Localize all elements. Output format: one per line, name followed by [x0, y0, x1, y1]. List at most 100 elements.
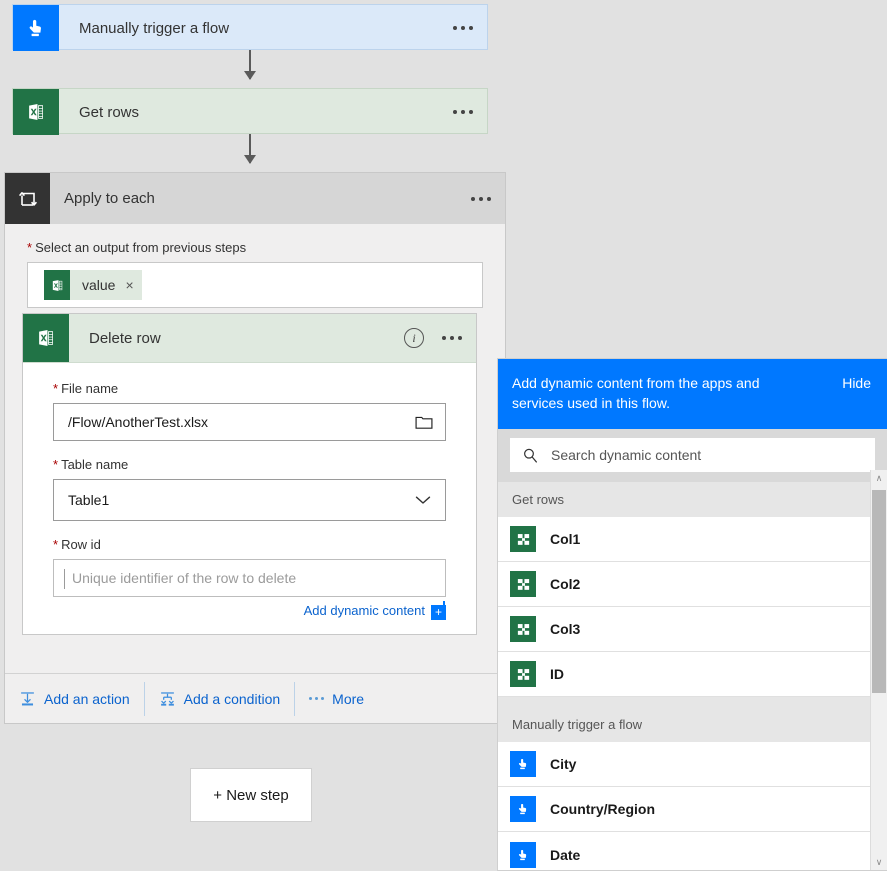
dynamic-content-scrollbar[interactable]: ∧ ∨ [870, 470, 887, 870]
file-name-label: * File name [53, 381, 119, 396]
list-item[interactable]: City [498, 742, 887, 787]
add-dynamic-content-link[interactable]: Add dynamic content + [53, 601, 446, 620]
field-row-id: * Row id Unique identifier of the row to … [53, 537, 446, 597]
more-button[interactable]: More [295, 683, 378, 715]
excel-dynamic-icon [510, 526, 536, 552]
add-action-icon [21, 692, 34, 706]
get-rows-card-header[interactable]: Get rows [13, 89, 487, 135]
list-item-label: Date [550, 846, 581, 863]
touch-trigger-icon [13, 5, 59, 51]
group-header-manually-trigger-a-flow: Manually trigger a flow [498, 707, 887, 742]
excel-icon [44, 270, 70, 300]
list-item[interactable]: Col1 [498, 517, 887, 562]
list-item-label: ID [550, 666, 564, 682]
required-marker: * [27, 240, 33, 255]
required-marker: * [53, 457, 59, 472]
select-output-input[interactable]: value × [27, 262, 483, 308]
add-dynamic-content-label: Add dynamic content [303, 603, 425, 618]
row-id-label: * Row id [53, 537, 101, 552]
chevron-down-icon[interactable] [415, 495, 431, 505]
text-caret [64, 569, 65, 589]
required-marker: * [53, 537, 59, 552]
loop-icon [5, 173, 50, 224]
list-item-label: City [550, 756, 577, 772]
scroll-up-button[interactable]: ∧ [871, 470, 887, 486]
dynamic-content-panel: Add dynamic content from the apps and se… [497, 358, 887, 871]
group-spacer [498, 697, 887, 707]
list-item-label: Col3 [550, 621, 581, 637]
dynamic-token-value[interactable]: value × [44, 270, 142, 300]
list-item-label: Col2 [550, 576, 581, 592]
list-item[interactable]: ID [498, 652, 887, 697]
flow-card-trigger[interactable]: Manually trigger a flow [12, 4, 488, 51]
excel-icon [23, 314, 69, 362]
connector-arrow-1 [244, 50, 256, 80]
group-header-get-rows: Get rows [498, 482, 887, 517]
new-step-button[interactable]: + New step [190, 768, 312, 822]
list-item[interactable]: Date [498, 832, 887, 870]
file-name-value: /Flow/AnotherTest.xlsx [68, 414, 209, 430]
field-file-name: * File name /Flow/AnotherTest.xlsx [53, 381, 446, 441]
list-item-label: Country/Region [550, 801, 655, 817]
add-condition-icon [160, 692, 174, 706]
row-id-placeholder: Unique identifier of the row to delete [72, 570, 297, 586]
list-item[interactable]: Col2 [498, 562, 887, 607]
delete-row-body: * File name /Flow/AnotherTest.xlsx * Table… [23, 363, 476, 634]
trigger-card-menu-button[interactable] [453, 26, 473, 30]
flow-card-get-rows[interactable]: Get rows [12, 88, 488, 135]
apply-to-each-title: Apply to each [64, 190, 155, 207]
touch-trigger-icon [510, 796, 536, 822]
apply-to-each-menu-button[interactable] [471, 196, 491, 201]
apply-to-each-body: * Select an output from previous steps v… [5, 224, 505, 308]
dynamic-content-banner: Add dynamic content from the apps and se… [498, 359, 887, 429]
dynamic-content-list: Get rows Col1 Col2 Col3 ID Manually trig… [498, 482, 887, 870]
search-area: Search dynamic content [498, 429, 887, 482]
excel-dynamic-icon [510, 571, 536, 597]
scrollbar-thumb[interactable] [872, 490, 886, 693]
more-icon [309, 697, 325, 700]
search-placeholder: Search dynamic content [551, 447, 702, 463]
table-name-label: * Table name [53, 457, 129, 472]
scroll-down-button[interactable]: ∨ [871, 854, 887, 870]
add-an-action-button[interactable]: Add an action [5, 683, 144, 715]
banner-text: Add dynamic content from the apps and se… [512, 375, 760, 411]
add-an-action-label: Add an action [44, 690, 130, 707]
select-output-label: * Select an output from previous steps [27, 240, 247, 255]
delete-row-menu-button[interactable] [442, 336, 462, 340]
more-label: More [332, 690, 365, 707]
search-dynamic-content-input[interactable]: Search dynamic content [510, 438, 875, 472]
touch-trigger-icon [510, 841, 536, 868]
list-item[interactable]: Col3 [498, 607, 887, 652]
add-dynamic-content-icon: + [431, 601, 446, 620]
excel-icon [13, 89, 59, 135]
table-name-value: Table1 [68, 492, 110, 508]
search-icon [522, 447, 539, 464]
row-id-input[interactable]: Unique identifier of the row to delete [53, 559, 446, 597]
info-icon[interactable]: i [404, 328, 424, 348]
folder-icon[interactable] [415, 414, 433, 430]
touch-trigger-icon [510, 751, 536, 777]
get-rows-card-title: Get rows [79, 103, 140, 121]
file-name-input[interactable]: /Flow/AnotherTest.xlsx [53, 403, 446, 441]
add-a-condition-button[interactable]: Add a condition [145, 683, 295, 715]
excel-dynamic-icon [510, 661, 536, 687]
connector-arrow-2 [244, 134, 256, 164]
list-item[interactable]: Country/Region [498, 787, 887, 832]
flow-designer-canvas: Manually trigger a flow Get rows Apply t… [0, 0, 887, 871]
apply-to-each-header[interactable]: Apply to each [5, 173, 505, 224]
trigger-card-header[interactable]: Manually trigger a flow [13, 5, 487, 51]
table-name-select[interactable]: Table1 [53, 479, 446, 521]
trigger-card-title: Manually trigger a flow [79, 19, 230, 37]
token-remove-icon[interactable]: × [125, 278, 133, 292]
new-step-label: + New step [213, 786, 289, 804]
flow-card-delete-row[interactable]: Delete row i * File name /Flow/AnotherTes… [22, 313, 477, 635]
apply-to-each-footer: Add an action Add a condition More [5, 673, 505, 723]
excel-dynamic-icon [510, 616, 536, 642]
get-rows-card-menu-button[interactable] [453, 110, 473, 114]
hide-panel-button[interactable]: Hide [832, 373, 871, 393]
token-label: value [82, 277, 116, 293]
delete-row-header[interactable]: Delete row i [23, 314, 476, 363]
add-a-condition-label: Add a condition [183, 690, 281, 707]
list-item-label: Col1 [550, 531, 581, 547]
delete-row-title: Delete row [89, 329, 161, 347]
